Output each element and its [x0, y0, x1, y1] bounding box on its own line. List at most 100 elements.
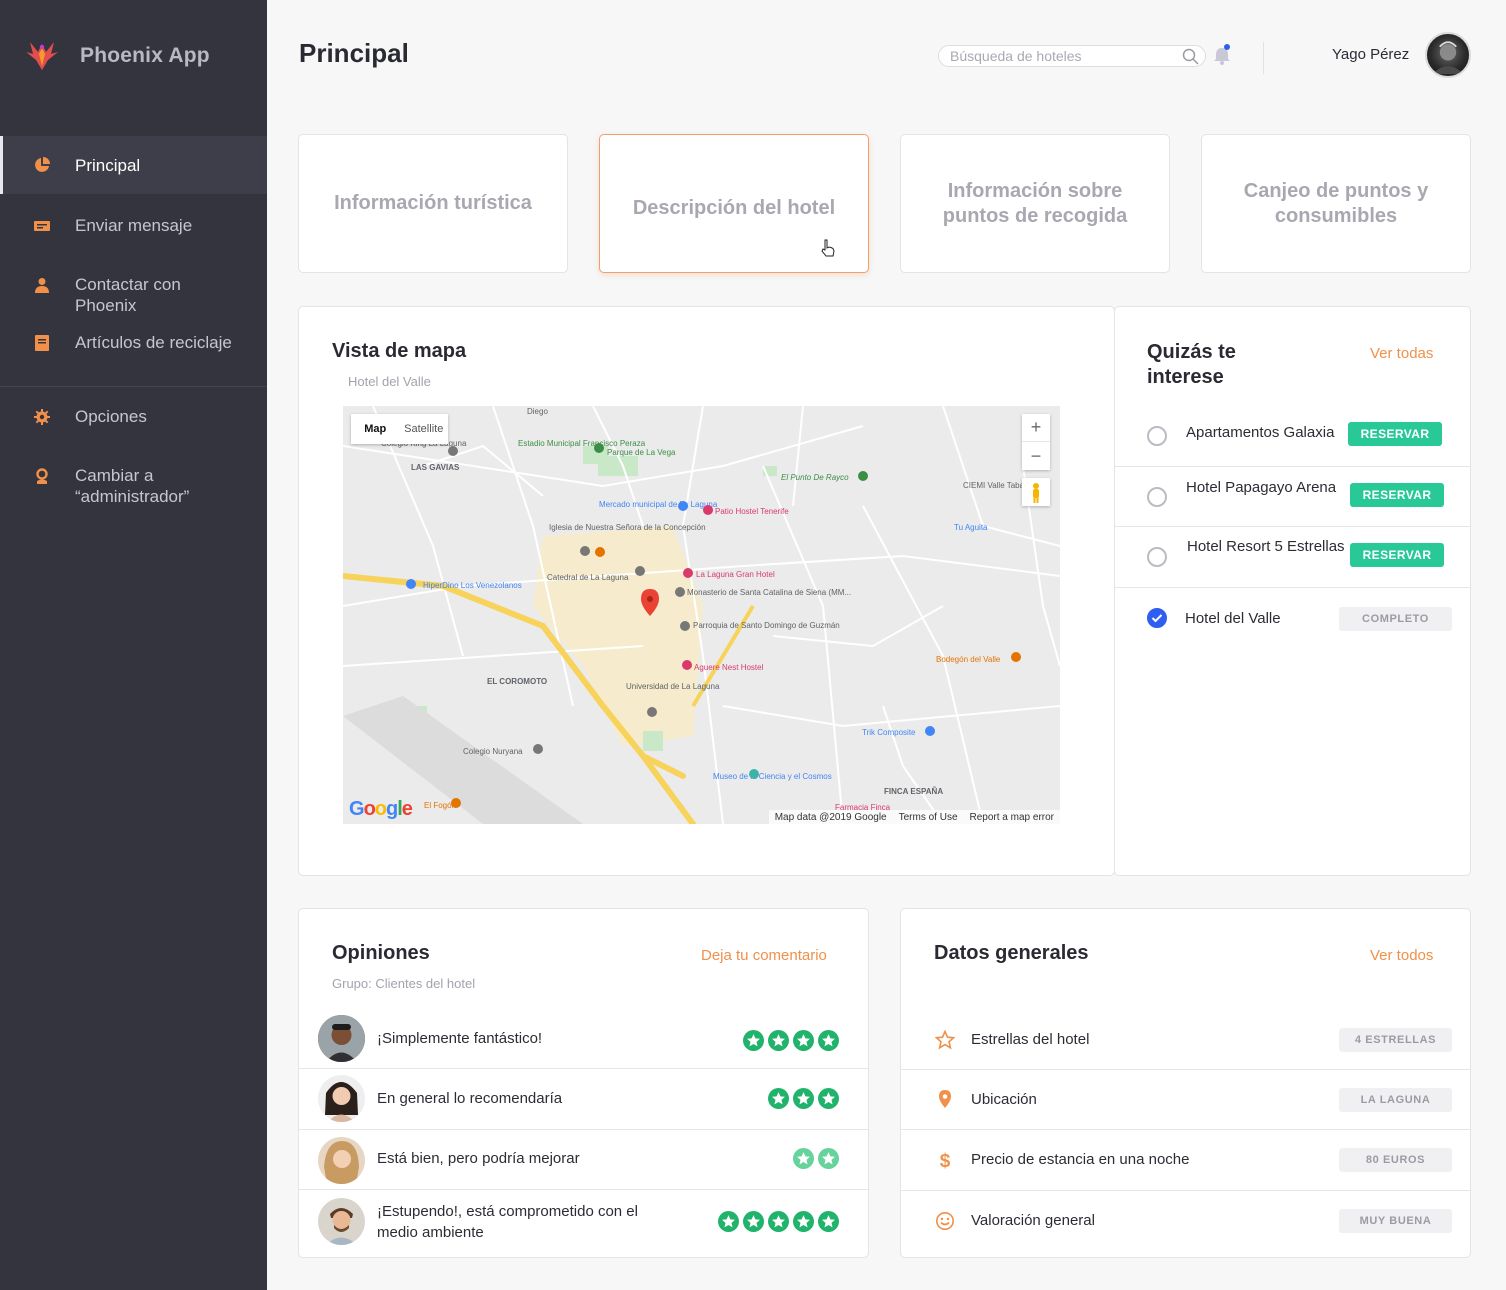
- search-input[interactable]: [939, 46, 1169, 66]
- see-all-suggestions-link[interactable]: Ver todas: [1370, 345, 1433, 362]
- suggestion-row[interactable]: Hotel Papagayo Arena RESERVAR: [1115, 467, 1470, 527]
- map-label: Estadio Municipal Francisco Peraza: [518, 439, 646, 448]
- sidebar-item-label: Opciones: [75, 407, 147, 426]
- leave-comment-link[interactable]: Deja tu comentario: [701, 947, 827, 964]
- reviewer-avatar: [318, 1075, 365, 1122]
- map-label: Museo de la Ciencia y el Cosmos: [713, 772, 832, 781]
- zoom-control[interactable]: + −: [1022, 414, 1050, 470]
- radio-button[interactable]: [1147, 487, 1167, 507]
- suggestion-row[interactable]: Hotel del Valle COMPLETO: [1115, 588, 1470, 648]
- sidebar-item-principal[interactable]: Principal: [0, 136, 267, 194]
- reserve-button[interactable]: RESERVAR: [1348, 422, 1442, 446]
- suggestion-name: Hotel del Valle: [1185, 610, 1281, 627]
- user-avatar[interactable]: [1425, 32, 1471, 78]
- map-label: Trik Composite: [862, 728, 916, 737]
- map-label: Mercado municipal de La Laguna: [599, 500, 718, 509]
- tile-puntos-recogida[interactable]: Información sobre puntos de recogida: [900, 134, 1170, 273]
- map-view[interactable]: Diego Estadio Municipal Francisco Peraza…: [343, 406, 1060, 824]
- search-icon[interactable]: [1182, 48, 1199, 65]
- data-badge: MUY BUENA: [1339, 1209, 1452, 1233]
- suggestion-name: Hotel Papagayo Arena: [1186, 479, 1337, 496]
- data-row: Ubicación LA LAGUNA: [901, 1070, 1470, 1130]
- map-canvas[interactable]: Diego Estadio Municipal Francisco Peraza…: [343, 406, 1060, 824]
- opinion-row: ¡Estupendo!, está comprometido con el me…: [299, 1190, 868, 1256]
- map-label: FINCA ESPAÑA: [884, 787, 943, 796]
- zoom-out-button[interactable]: −: [1022, 442, 1050, 470]
- map-attribution: Map data @2019 Google Terms of Use Repor…: [768, 810, 1060, 824]
- map-label: Universidad de La Laguna: [626, 682, 720, 691]
- map-label: La Laguna Gran Hotel: [696, 570, 775, 579]
- sidebar-item-label: Principal: [75, 155, 141, 175]
- map-label: Iglesia de Nuestra Señora de la Concepci…: [549, 523, 706, 532]
- radio-button[interactable]: [1147, 426, 1167, 446]
- tile-canjeo-puntos[interactable]: Canjeo de puntos y consumibles: [1201, 134, 1471, 273]
- pie-chart-icon: [35, 157, 50, 172]
- map-label: El Punto De Rayco: [781, 473, 849, 482]
- map-type-map[interactable]: Map: [351, 414, 400, 444]
- opinions-title: Opiniones: [332, 942, 430, 964]
- app-name: Phoenix App: [80, 44, 210, 67]
- data-badge: 80 EUROS: [1339, 1148, 1452, 1172]
- contact-icon: [35, 278, 49, 293]
- map-label: Catedral de La Laguna: [547, 573, 629, 582]
- map-type-satellite[interactable]: Satellite: [400, 414, 449, 444]
- sidebar-item-enviar-mensaje[interactable]: Enviar mensaje: [0, 215, 267, 236]
- opinion-text: ¡Estupendo!, está comprometido con el me…: [377, 1203, 638, 1241]
- map-card-title: Vista de mapa: [332, 340, 467, 362]
- map-card-subtitle: Hotel del Valle: [348, 374, 431, 389]
- radio-button-checked[interactable]: [1147, 608, 1167, 628]
- zoom-in-button[interactable]: +: [1022, 414, 1050, 442]
- sidebar-item-articulos[interactable]: Artículos de reciclaje: [0, 332, 267, 353]
- star-icon: [935, 1030, 955, 1050]
- star-rating-icon: [793, 1211, 814, 1232]
- google-logo[interactable]: Google: [349, 798, 413, 821]
- user-name[interactable]: Yago Pérez: [1332, 46, 1409, 63]
- star-rating-icon: [793, 1088, 814, 1109]
- star-rating-icon: [818, 1211, 839, 1232]
- suggestion-row[interactable]: Apartamentos Galaxia RESERVAR: [1115, 406, 1470, 466]
- sidebar-item-label: Artículos de reciclaje: [75, 333, 232, 352]
- sidebar: Phoenix App Principal Enviar mensaje Con…: [0, 0, 267, 1290]
- page-title: Principal: [299, 38, 409, 68]
- star-rating-icon: [718, 1211, 739, 1232]
- tile-informacion-turistica[interactable]: Información turística: [298, 134, 568, 273]
- data-badge: 4 ESTRELLAS: [1339, 1028, 1452, 1052]
- map-label: LAS GAVIAS: [411, 463, 460, 472]
- map-type-toggle[interactable]: Map Satellite: [351, 414, 448, 444]
- map-label: Colegio Nuryana: [463, 747, 523, 756]
- svg-text:$: $: [940, 1151, 951, 1170]
- star-rating-icon: [768, 1211, 789, 1232]
- map-label: Parque de La Vega: [607, 448, 676, 457]
- sidebar-item-label: Contactar con Phoenix: [75, 275, 181, 315]
- gear-icon: [34, 409, 50, 425]
- map-label: EL COROMOTO: [487, 677, 547, 686]
- see-all-data-link[interactable]: Ver todos: [1370, 947, 1433, 964]
- sidebar-item-contactar[interactable]: Contactar con Phoenix: [0, 274, 267, 316]
- bell-icon[interactable]: [1212, 44, 1232, 66]
- map-label: Tu Aguita: [954, 523, 988, 532]
- hand-cursor-icon: [821, 239, 835, 257]
- sidebar-item-opciones[interactable]: Opciones: [0, 406, 267, 427]
- data-label: Valoración general: [971, 1212, 1095, 1229]
- star-rating-icon: [818, 1088, 839, 1109]
- map-label: Monasterio de Santa Catalina de Siena (M…: [687, 588, 851, 597]
- map-terms-link[interactable]: Terms of Use: [899, 812, 958, 823]
- opinion-row: ¡Simplemente fantástico!: [299, 1009, 868, 1069]
- star-rating-icon: [818, 1148, 839, 1169]
- data-row: Estrellas del hotel 4 ESTRELLAS: [901, 1010, 1470, 1070]
- rating-stars: [718, 1211, 839, 1232]
- pegman-icon[interactable]: [1022, 478, 1050, 506]
- reserve-button[interactable]: RESERVAR: [1350, 483, 1444, 507]
- check-icon: [1151, 614, 1163, 623]
- reserve-button[interactable]: RESERVAR: [1350, 543, 1444, 567]
- map-report-link[interactable]: Report a map error: [970, 812, 1054, 823]
- sidebar-item-cambiar-admin[interactable]: Cambiar a “administrador”: [0, 465, 267, 507]
- suggestion-row[interactable]: Hotel Resort 5 Estrellas RESERVAR: [1115, 527, 1470, 587]
- search-box[interactable]: [938, 45, 1206, 67]
- complete-badge: COMPLETO: [1339, 607, 1452, 631]
- brand[interactable]: Phoenix App: [24, 38, 210, 74]
- map-data-credit: Map data @2019 Google: [774, 811, 887, 823]
- data-label: Ubicación: [971, 1091, 1037, 1108]
- radio-button[interactable]: [1147, 547, 1167, 567]
- star-rating-icon: [743, 1211, 764, 1232]
